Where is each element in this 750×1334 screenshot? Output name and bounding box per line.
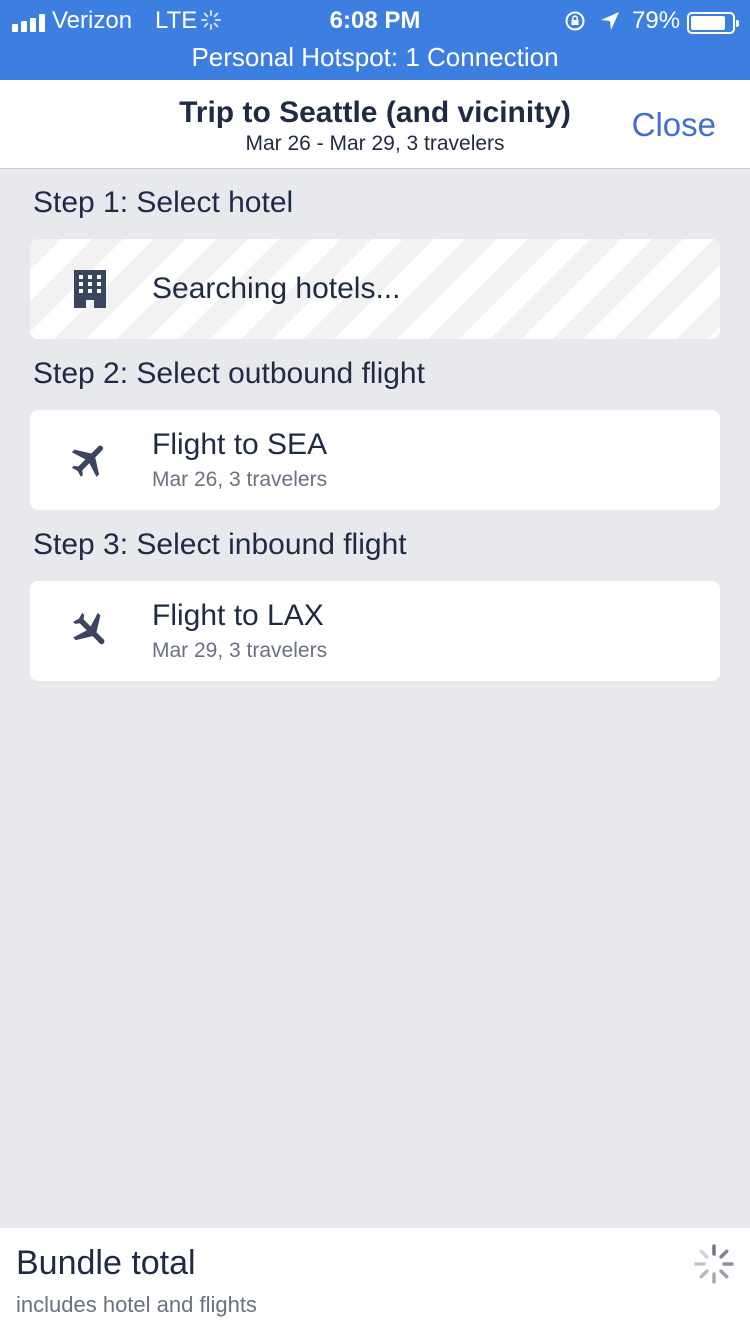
- loading-spinner-icon: [694, 1244, 734, 1284]
- step-1-label: Step 1: Select hotel: [33, 186, 294, 219]
- outbound-flight-title: Flight to SEA: [152, 428, 328, 461]
- hotel-building-icon: [74, 270, 106, 308]
- bundle-total-bar[interactable]: Bundle total includes hotel and flights: [0, 1228, 750, 1334]
- location-arrow-icon: [601, 12, 619, 30]
- airplane-icon: [71, 445, 104, 477]
- hotspot-banner[interactable]: Personal Hotspot: 1 Connection: [0, 42, 750, 73]
- outbound-flight-card[interactable]: Flight to SEA Mar 26, 3 travelers: [30, 410, 720, 510]
- bundle-total-title: Bundle total: [16, 1244, 196, 1282]
- inbound-flight-card[interactable]: Flight to LAX Mar 29, 3 travelers: [30, 581, 720, 681]
- airplane-icon: [73, 612, 105, 645]
- step-3-label: Step 3: Select inbound flight: [33, 528, 407, 561]
- inbound-flight-title: Flight to LAX: [152, 599, 324, 632]
- step-2-label: Step 2: Select outbound flight: [33, 357, 425, 390]
- close-button[interactable]: Close: [632, 106, 716, 144]
- trip-header: Trip to Seattle (and vicinity) Mar 26 - …: [0, 80, 750, 169]
- battery-percentage: 79%: [632, 7, 681, 34]
- status-bar: Verizon LTE 6:08 PM 79% Personal Hotspot…: [0, 0, 750, 80]
- rotation-lock-icon: [565, 11, 585, 31]
- bundle-total-subtitle: includes hotel and flights: [16, 1292, 257, 1317]
- battery-icon: [687, 12, 739, 34]
- outbound-flight-details: Mar 26, 3 travelers: [152, 468, 328, 491]
- hotel-search-status: Searching hotels...: [152, 272, 401, 305]
- inbound-flight-details: Mar 29, 3 travelers: [152, 639, 328, 662]
- hotel-search-card[interactable]: Searching hotels...: [30, 239, 720, 339]
